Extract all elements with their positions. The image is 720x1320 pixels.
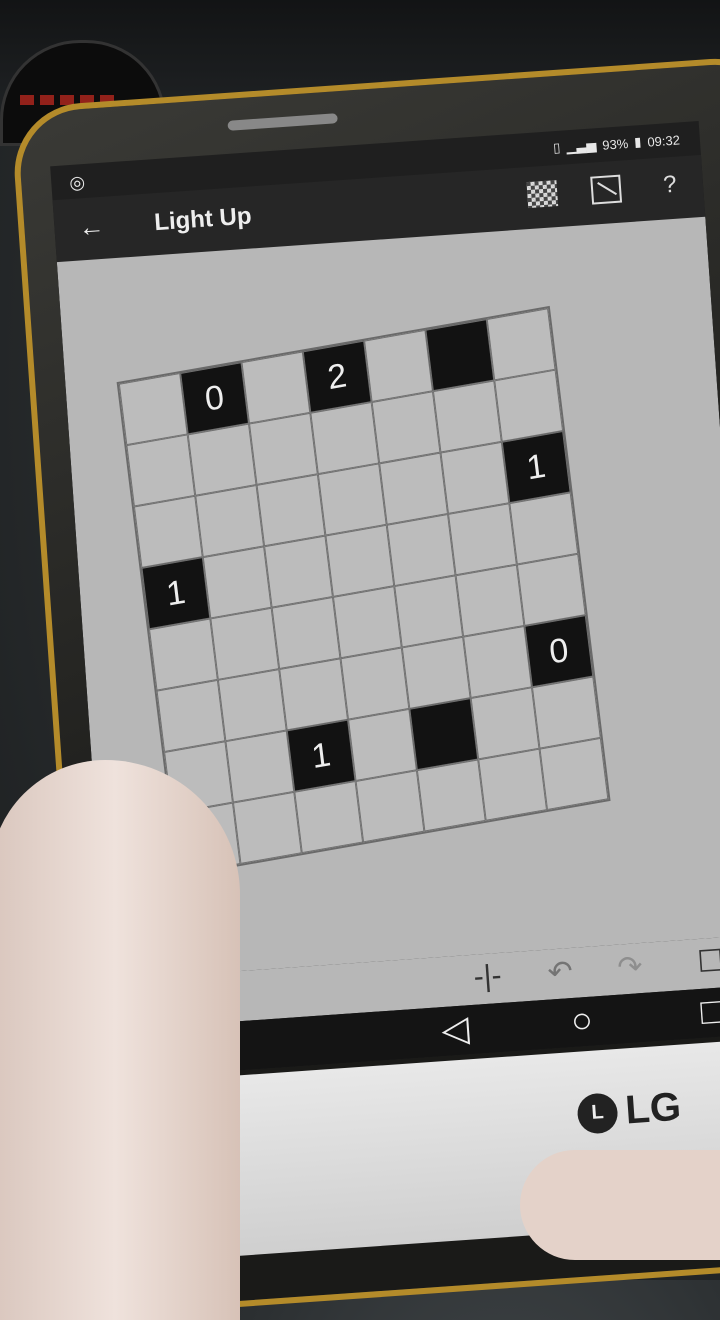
nav-back-icon[interactable]: ◁: [440, 1007, 471, 1051]
grid-cell[interactable]: [202, 546, 272, 619]
grid-cell[interactable]: [516, 553, 586, 626]
grid-cell[interactable]: [317, 463, 387, 536]
marker-toggle-icon[interactable]: -|-: [473, 959, 503, 995]
nav-home-icon[interactable]: ○: [570, 999, 595, 1042]
grid-cell[interactable]: [294, 781, 364, 854]
redo-icon[interactable]: ↷: [616, 949, 644, 986]
grid-cell[interactable]: [225, 730, 295, 803]
battery-icon: ▮: [633, 134, 642, 150]
square-menu-icon[interactable]: ☐: [696, 943, 720, 980]
grid-cell[interactable]: [256, 474, 326, 547]
grid-cell[interactable]: [355, 770, 425, 843]
grid-cell[interactable]: [379, 452, 449, 525]
appbar-actions: ?: [526, 170, 686, 209]
grid-cell[interactable]: [448, 503, 517, 576]
grid-cell[interactable]: [394, 575, 464, 648]
wall-cell[interactable]: 1: [141, 557, 211, 630]
grid-cell[interactable]: [470, 687, 540, 760]
wall-cell[interactable]: [425, 319, 495, 392]
grid-cell[interactable]: [264, 535, 333, 608]
grid-cell[interactable]: [133, 495, 203, 568]
grid-cell[interactable]: [455, 564, 525, 637]
holding-hand: [0, 760, 240, 1320]
grid-cell[interactable]: [486, 308, 556, 381]
signal-icon: ▁▃▅: [565, 137, 597, 155]
undo-icon[interactable]: ↶: [546, 954, 574, 991]
grid-cell[interactable]: [478, 748, 548, 821]
grid-cell[interactable]: [364, 329, 433, 403]
grid-cell[interactable]: [187, 423, 257, 496]
grid-cell[interactable]: [279, 658, 349, 731]
grid-cell[interactable]: [401, 636, 471, 709]
resize-icon: [590, 174, 623, 205]
checkerboard-icon: [526, 180, 559, 209]
wall-cell[interactable]: [409, 698, 479, 771]
resize-button[interactable]: [590, 174, 623, 205]
vibrate-icon: ▯: [552, 139, 561, 156]
nav-recents-icon[interactable]: □: [699, 990, 720, 1033]
brand-label: LG: [623, 1084, 683, 1133]
right-finger: [520, 1150, 720, 1260]
solve-checker-button[interactable]: [526, 179, 559, 209]
grid-cell[interactable]: [432, 380, 502, 453]
grid-cell[interactable]: [241, 351, 311, 424]
phone-speaker: [227, 113, 338, 131]
grid-cell[interactable]: [118, 373, 188, 446]
wall-cell[interactable]: 1: [286, 719, 356, 792]
help-button[interactable]: ?: [654, 170, 686, 200]
back-arrow-icon[interactable]: ←: [77, 211, 105, 244]
wall-cell[interactable]: 0: [180, 362, 249, 435]
grid-cell[interactable]: [531, 676, 601, 749]
grid-cell[interactable]: [126, 434, 196, 507]
grid-cell[interactable]: [539, 737, 609, 811]
grid-cell[interactable]: [340, 647, 410, 720]
grid-cell[interactable]: [440, 441, 510, 514]
grid-cell[interactable]: [148, 618, 218, 691]
whatsapp-icon: ◎: [68, 171, 86, 194]
grid-cell[interactable]: [248, 412, 318, 485]
grid-cell[interactable]: [509, 492, 579, 565]
grid-cell[interactable]: [210, 607, 280, 680]
page-title: Light Up: [153, 202, 253, 237]
grid-cell[interactable]: [386, 513, 456, 587]
status-right: ▯ ▁▃▅ 93% ▮ 09:32: [553, 131, 681, 156]
wall-cell[interactable]: 0: [524, 615, 594, 688]
wall-cell[interactable]: 1: [501, 431, 571, 504]
grid-cell[interactable]: [271, 596, 341, 670]
battery-level: 93%: [601, 135, 629, 153]
grid-cell[interactable]: [156, 679, 226, 753]
clock: 09:32: [646, 131, 681, 150]
grid-cell[interactable]: [494, 369, 564, 442]
grid-cell[interactable]: [195, 484, 265, 558]
grid-cell[interactable]: [371, 391, 441, 464]
grid-cell[interactable]: [416, 759, 486, 832]
grid-cell[interactable]: [325, 524, 395, 597]
lg-circle-icon: L: [576, 1091, 619, 1135]
grid-cell[interactable]: [232, 791, 302, 864]
grid-cell[interactable]: [348, 708, 417, 782]
grid-cell[interactable]: [332, 586, 402, 659]
grid-cell[interactable]: [217, 669, 287, 742]
grid-cell[interactable]: [310, 402, 380, 475]
grid-cell[interactable]: [463, 625, 532, 699]
wall-cell[interactable]: 2: [302, 340, 372, 413]
lg-logo: L LG: [576, 1085, 682, 1137]
